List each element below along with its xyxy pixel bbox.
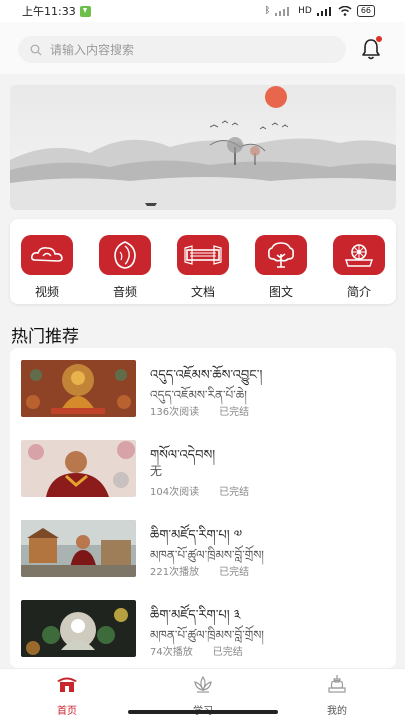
notification-bell-button[interactable] bbox=[360, 36, 382, 61]
item-count: 104次阅读 bbox=[150, 487, 200, 498]
category-label: 文档 bbox=[190, 285, 215, 299]
signal-icon bbox=[275, 7, 290, 16]
tab-label: 我的 bbox=[327, 706, 347, 717]
search-placeholder: 请输入内容搜索 bbox=[50, 43, 135, 57]
status-icons: ᛒ HD 66 bbox=[265, 5, 375, 17]
home-indicator[interactable] bbox=[128, 710, 278, 714]
item-status: 已完结 bbox=[219, 487, 250, 498]
wifi-icon bbox=[338, 6, 352, 16]
list-item[interactable]: གསོལ་འདེབས། 无 104次阅读 已完结 bbox=[10, 428, 396, 506]
item-count: 221次播放 bbox=[150, 567, 200, 578]
category-intro[interactable]: 简介 bbox=[331, 235, 387, 300]
thumbnail-buddha-thangka bbox=[21, 360, 136, 417]
category-label: 简介 bbox=[346, 285, 371, 299]
thumbnail-shrine-video bbox=[21, 600, 136, 657]
item-meta: 136次阅读 已完结 bbox=[150, 403, 249, 418]
item-meta: 104次阅读 已完结 bbox=[150, 483, 249, 498]
banner-landscape-image bbox=[10, 85, 396, 210]
item-status: 已完结 bbox=[212, 647, 243, 658]
cloud-icon bbox=[21, 235, 73, 275]
network-label: HD bbox=[298, 6, 312, 16]
category-card: 视频 音频 文档 图文 简介 bbox=[10, 219, 396, 304]
category-document[interactable]: 文档 bbox=[175, 235, 231, 300]
item-status: 已完结 bbox=[219, 407, 250, 418]
category-label: 音频 bbox=[112, 285, 137, 299]
list-item[interactable]: ཆིག་མཛོད་རིག་པ། ༧ མཁན་པོ་ཚུལ་ཁྲིམས་བློ་ག… bbox=[10, 508, 396, 586]
tab-home[interactable]: 首页 bbox=[32, 674, 102, 717]
conch-shell-icon bbox=[99, 235, 151, 275]
banner-carousel[interactable] bbox=[10, 85, 396, 210]
search-input[interactable]: 请输入内容搜索 bbox=[18, 36, 346, 63]
list-item[interactable]: ཆིག་མཛོད་རིག་པ། ༣ མཁན་པོ་ཚུལ་ཁྲིམས་བློ་ག… bbox=[10, 588, 396, 666]
stupa-icon bbox=[328, 675, 346, 693]
item-count: 136次阅读 bbox=[150, 407, 200, 418]
lotus-icon bbox=[194, 675, 212, 693]
item-count: 74次播放 bbox=[150, 647, 193, 658]
recommend-list: འདུད་འཇོམས་ཆོས་འབྱུང་། འདུད་འཇོམས་རིན་པོ… bbox=[10, 348, 396, 668]
tree-icon bbox=[255, 235, 307, 275]
dharma-wheel-icon bbox=[333, 235, 385, 275]
category-video[interactable]: 视频 bbox=[19, 235, 75, 300]
item-meta: 74次播放 已完结 bbox=[150, 643, 243, 658]
signal-strong-icon bbox=[316, 7, 331, 16]
status-bar: 上午11:33 ᛒ HD 66 bbox=[0, 0, 405, 22]
thumbnail-lama-portrait bbox=[21, 440, 136, 497]
battery-icon: 66 bbox=[356, 5, 375, 17]
tab-mine[interactable]: 我的 bbox=[302, 674, 372, 717]
header: 请输入内容搜索 bbox=[0, 22, 405, 74]
item-status: 已完结 bbox=[219, 567, 250, 578]
tab-label: 首页 bbox=[57, 706, 77, 717]
download-icon bbox=[79, 5, 91, 17]
category-label: 图文 bbox=[268, 285, 293, 299]
search-icon bbox=[30, 44, 42, 55]
section-title: 热门推荐 bbox=[11, 327, 79, 347]
temple-roof-icon bbox=[57, 677, 77, 692]
scripture-icon bbox=[177, 235, 229, 275]
item-subtitle: 无 bbox=[150, 464, 163, 478]
thumbnail-monk-video bbox=[21, 520, 136, 577]
status-time: 上午11:33 bbox=[22, 5, 76, 18]
category-audio[interactable]: 音频 bbox=[97, 235, 153, 300]
category-label: 视频 bbox=[34, 285, 59, 299]
item-meta: 221次播放 已完结 bbox=[150, 563, 249, 578]
notification-dot bbox=[376, 36, 382, 42]
list-item[interactable]: འདུད་འཇོམས་ཆོས་འབྱུང་། འདུད་འཇོམས་རིན་པོ… bbox=[10, 348, 396, 426]
category-picture-text[interactable]: 图文 bbox=[253, 235, 309, 300]
bluetooth-icon: ᛒ bbox=[264, 6, 271, 16]
